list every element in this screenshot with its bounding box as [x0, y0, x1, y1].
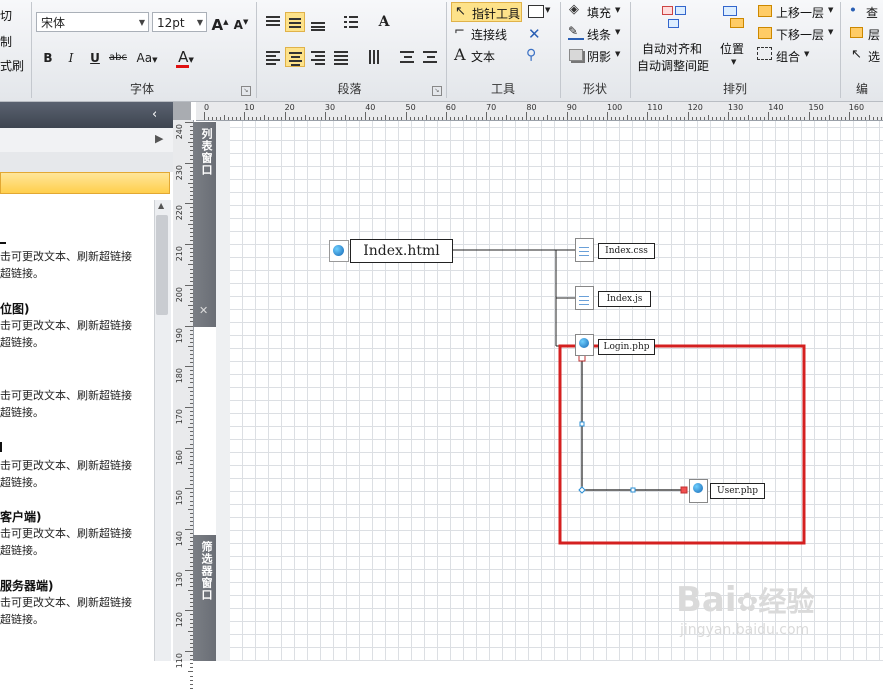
connector-mid-handle[interactable] — [579, 421, 585, 427]
child-node[interactable]: Index.css — [598, 243, 655, 259]
ruler-tick — [190, 667, 193, 669]
ruler-tick — [188, 671, 193, 673]
watermark-brand2: 经验 — [758, 585, 815, 618]
diagram-layer — [452, 249, 806, 545]
highlight-box — [558, 344, 806, 545]
globe-icon — [329, 240, 349, 262]
connector-end-handle[interactable] — [680, 486, 688, 494]
watermark-brand: Bai — [676, 580, 737, 620]
ruler-tick — [190, 675, 193, 677]
child-node[interactable]: Login.php — [598, 339, 655, 355]
css-file-icon — [575, 238, 594, 262]
connector-vertex-handle[interactable] — [578, 486, 586, 494]
ruler-tick — [190, 683, 193, 685]
new-node[interactable]: User.php — [710, 483, 765, 499]
child-node[interactable]: Index.js — [598, 291, 651, 307]
paw-icon: ✿ — [736, 588, 759, 618]
watermark-url: jingyan.baidu.com — [680, 622, 810, 638]
ruler-tick — [190, 663, 193, 665]
globe-icon — [575, 334, 594, 356]
ruler-tick — [190, 679, 193, 681]
root-node[interactable]: Index.html — [350, 239, 453, 263]
globe-icon — [689, 479, 708, 503]
connector-mid-handle[interactable] — [630, 487, 636, 493]
js-file-icon — [575, 286, 594, 310]
watermark-logo: Bai✿经验 — [676, 580, 814, 620]
